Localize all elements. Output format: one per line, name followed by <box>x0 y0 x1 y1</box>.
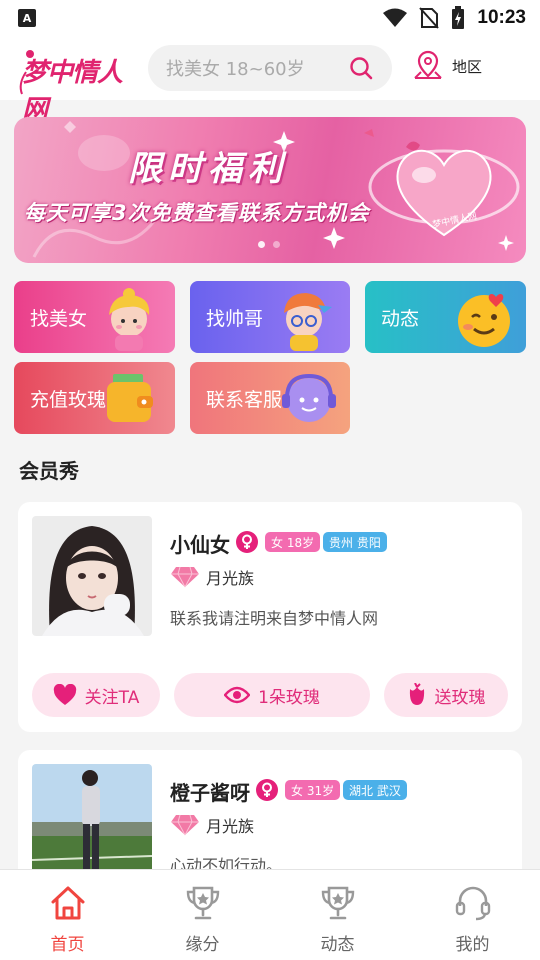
follow-label: 关注TA <box>84 687 140 708</box>
send-rose-label: 送玫瑰 <box>434 687 486 708</box>
tab-label: 首页 <box>50 935 85 955</box>
banner-title: 限时福利 <box>128 149 288 189</box>
bottom-tab-bar: 首页 缘分 动态 我的 <box>0 869 540 960</box>
search-icon[interactable] <box>348 55 374 81</box>
follow-button[interactable]: 关注TA <box>32 673 160 717</box>
send-rose-button[interactable]: 送玫瑰 <box>384 673 508 717</box>
rose-count-label: 1朵玫瑰 <box>258 687 320 708</box>
section-title-members: 会员秀 <box>19 459 79 483</box>
region-selector[interactable]: 地区 <box>412 50 482 82</box>
boy-mascot-icon <box>284 293 332 351</box>
tile-label: 动态 <box>381 307 420 330</box>
app-logo[interactable]: 梦中情人网 <box>16 44 134 125</box>
tile-moments[interactable]: 动态 <box>365 281 526 353</box>
tile-customer-service[interactable]: 联系客服 <box>190 362 350 434</box>
battery-charging-icon <box>452 6 465 29</box>
girl-mascot-icon <box>109 288 150 351</box>
diamond-icon <box>171 814 199 836</box>
tab-label: 我的 <box>455 935 490 955</box>
level-text: 月光族 <box>206 569 255 588</box>
carousel-dot[interactable] <box>258 241 265 248</box>
eye-icon <box>224 686 251 704</box>
tile-label: 找美女 <box>30 307 88 330</box>
trophy-icon <box>321 886 354 920</box>
search-input[interactable]: 找美女 18~60岁 <box>148 45 392 91</box>
age-tag: 女 31岁 <box>285 780 341 800</box>
promo-banner[interactable]: 限时福利 每天可享3次免费查看联系方式机会 梦中情人网 <box>14 117 526 263</box>
level-text: 月光族 <box>206 817 255 836</box>
headset-icon <box>455 886 490 921</box>
tile-label: 联系客服 <box>206 388 283 411</box>
region-label: 地区 <box>452 57 483 76</box>
tab-mine[interactable]: 我的 <box>405 870 540 960</box>
logo-text: 梦中情人网 <box>22 58 123 125</box>
trophy-icon <box>186 886 219 920</box>
heart-icon <box>53 684 76 705</box>
carrier-icon: A <box>18 9 36 27</box>
location-tag: 贵州 贵阳 <box>323 532 387 552</box>
wifi-icon <box>383 8 408 27</box>
carousel-dot[interactable] <box>273 241 280 248</box>
no-sim-icon <box>419 7 440 29</box>
tile-label: 找帅哥 <box>206 307 264 330</box>
wallet-icon <box>107 374 153 422</box>
tab-label: 动态 <box>320 935 355 955</box>
clock-time: 10:23 <box>477 7 526 28</box>
banner-subtitle: 每天可享3次免费查看联系方式机会 <box>24 201 370 225</box>
female-icon <box>256 779 278 801</box>
member-card[interactable]: 小仙女 女 18岁 贵州 贵阳 月光族 联系我请注明来自梦中情人网 关注TA 1… <box>18 502 522 732</box>
tab-moments[interactable]: 动态 <box>270 870 405 960</box>
member-name[interactable]: 小仙女 <box>170 529 230 558</box>
tile-find-men[interactable]: 找帅哥 <box>190 281 350 353</box>
headset-mascot-icon <box>282 373 336 422</box>
member-name[interactable]: 橙子酱呀 <box>170 777 250 806</box>
member-avatar[interactable] <box>32 764 152 884</box>
member-level: 月光族 <box>170 565 254 589</box>
rose-count-button[interactable]: 1朵玫瑰 <box>174 673 370 717</box>
location-pin-icon <box>414 50 442 79</box>
tab-label: 缘分 <box>185 935 220 955</box>
member-bio: 联系我请注明来自梦中情人网 <box>170 609 379 628</box>
member-avatar[interactable] <box>32 516 152 636</box>
location-tag: 湖北 武汉 <box>343 780 407 800</box>
tile-find-women[interactable]: 找美女 <box>14 281 175 353</box>
home-icon <box>51 886 84 920</box>
tab-fate[interactable]: 缘分 <box>135 870 270 960</box>
age-tag: 女 18岁 <box>265 532 321 552</box>
diamond-icon <box>171 566 199 588</box>
search-placeholder: 找美女 18~60岁 <box>166 59 305 80</box>
wink-emoji-icon <box>458 294 510 347</box>
status-bar: A 10:23 <box>0 0 540 36</box>
member-level: 月光族 <box>170 813 254 837</box>
tab-home[interactable]: 首页 <box>0 870 135 960</box>
carousel-indicator <box>258 241 280 248</box>
tile-recharge-roses[interactable]: 充值玫瑰 <box>14 362 175 434</box>
top-bar: 梦中情人网 找美女 18~60岁 地区 <box>0 36 540 125</box>
female-icon <box>236 531 258 553</box>
tile-label: 充值玫瑰 <box>30 388 107 411</box>
rose-icon <box>409 683 424 705</box>
